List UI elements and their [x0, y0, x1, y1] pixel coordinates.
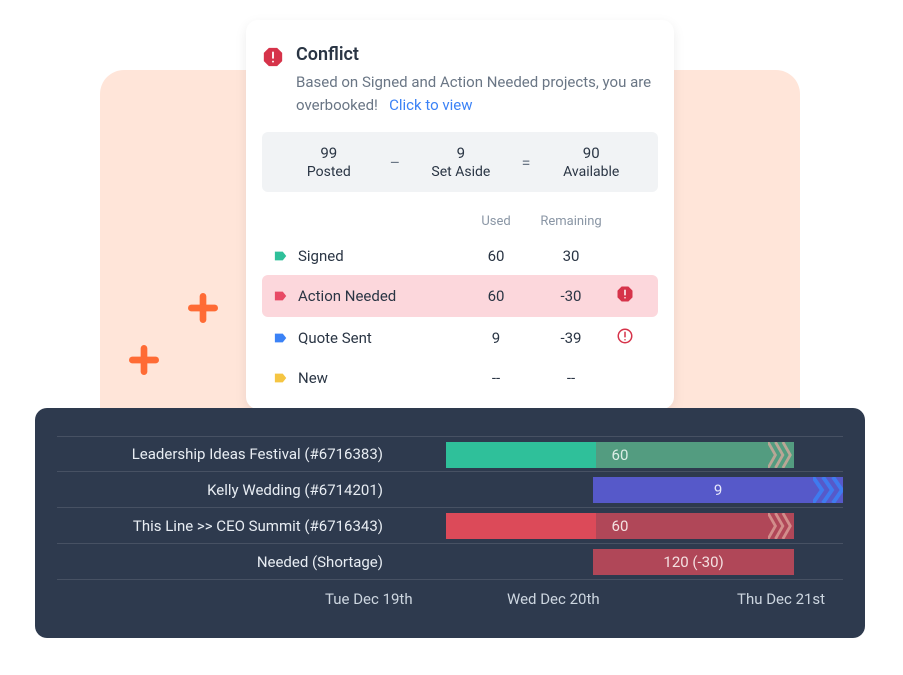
gantt-bar-signed[interactable]: 60 [446, 442, 794, 468]
availability-equation: 99 Posted – 9 Set Aside = 90 Available [262, 132, 658, 192]
gantt-track: 9 [397, 472, 843, 507]
gantt-row: Needed (Shortage) 120 (-30) [57, 544, 843, 580]
hatch-pattern [768, 442, 794, 468]
axis-label: Tue Dec 19th [325, 590, 413, 608]
posted-label: Posted [272, 164, 386, 180]
gantt-bar-shortage[interactable]: 120 (-30) [593, 549, 794, 575]
setaside-col: 9 Set Aside [404, 144, 518, 180]
gantt-bar-action[interactable]: 60 [446, 513, 794, 539]
status-row-quote-sent: Quote Sent 9 -39 [262, 317, 658, 359]
setaside-label: Set Aside [404, 164, 518, 180]
row-used-value: 60 [466, 247, 526, 265]
posted-col: 99 Posted [272, 144, 386, 180]
tag-icon [274, 331, 288, 345]
hatch-pattern [768, 513, 794, 539]
row-used-value: 60 [466, 287, 526, 305]
row-label-text: Action Needed [298, 287, 396, 305]
gantt-row-label: Kelly Wedding (#6714201) [57, 481, 397, 499]
gantt-bar-quote[interactable]: 9 [593, 477, 843, 503]
conflict-title: Conflict [296, 44, 658, 65]
posted-value: 99 [272, 144, 386, 162]
plus-decoration-icon [124, 340, 164, 384]
header-used: Used [466, 214, 526, 229]
row-remaining-value: 30 [526, 247, 616, 265]
status-label: Action Needed [274, 287, 466, 305]
gantt-row: This Line >> CEO Summit (#6716343) 60 [57, 508, 843, 544]
row-label-text: Quote Sent [298, 329, 372, 347]
available-label: Available [534, 164, 648, 180]
row-used-value: -- [466, 369, 526, 387]
axis-label: Thu Dec 21st [737, 590, 825, 608]
alert-circle-outline-icon [616, 327, 634, 345]
status-row-new: New -- -- [262, 359, 658, 397]
conflict-description-text: Based on Signed and Action Needed projec… [296, 73, 651, 114]
header-remaining: Remaining [526, 214, 616, 229]
gantt-row-label: This Line >> CEO Summit (#6716343) [57, 517, 397, 535]
conflict-description: Based on Signed and Action Needed projec… [296, 71, 658, 116]
row-remaining-value: -30 [526, 287, 616, 305]
row-used-value: 9 [466, 329, 526, 347]
row-alert [616, 285, 646, 307]
status-table-header: Used Remaining [262, 210, 658, 237]
gantt-axis: Tue Dec 19th Wed Dec 20th Thu Dec 21st [57, 580, 843, 590]
status-row-action-needed: Action Needed 60 -30 [262, 275, 658, 317]
plus-decoration-icon [183, 288, 223, 332]
tag-icon [274, 371, 288, 385]
gantt-bar-value: 9 [714, 481, 722, 499]
status-label: Signed [274, 247, 466, 265]
conflict-header: Conflict Based on Signed and Action Need… [262, 44, 658, 116]
row-remaining-value: -39 [526, 329, 616, 347]
gantt-track: 60 [397, 508, 843, 543]
alert-octagon-icon [262, 46, 284, 68]
gantt-row-label: Needed (Shortage) [57, 553, 397, 571]
gantt-row: Leadership Ideas Festival (#6716383) 60 [57, 436, 843, 472]
row-remaining-value: -- [526, 369, 616, 387]
gantt-bar-value: 120 (-30) [663, 553, 723, 571]
hatch-pattern [813, 477, 843, 503]
status-label: Quote Sent [274, 329, 466, 347]
gantt-bar-value: 60 [612, 517, 629, 535]
conflict-card: Conflict Based on Signed and Action Need… [246, 20, 674, 409]
gantt-bar-value: 60 [612, 446, 629, 464]
axis-label: Wed Dec 20th [507, 590, 600, 608]
gantt-track: 120 (-30) [397, 544, 843, 579]
equals-sign: = [518, 153, 535, 172]
row-label-text: Signed [298, 247, 344, 265]
tag-icon [274, 289, 288, 303]
gantt-row: Kelly Wedding (#6714201) 9 [57, 472, 843, 508]
row-alert [616, 327, 646, 349]
row-label-text: New [298, 369, 328, 387]
setaside-value: 9 [404, 144, 518, 162]
alert-octagon-icon [616, 285, 634, 303]
gantt-panel: Leadership Ideas Festival (#6716383) 60 … [35, 408, 865, 638]
available-col: 90 Available [534, 144, 648, 180]
minus-sign: – [386, 153, 405, 172]
gantt-row-label: Leadership Ideas Festival (#6716383) [57, 445, 397, 463]
tag-icon [274, 249, 288, 263]
click-to-view-link[interactable]: Click to view [389, 96, 472, 114]
available-value: 90 [534, 144, 648, 162]
gantt-track: 60 [397, 437, 843, 471]
status-label: New [274, 369, 466, 387]
status-row-signed: Signed 60 30 [262, 237, 658, 275]
